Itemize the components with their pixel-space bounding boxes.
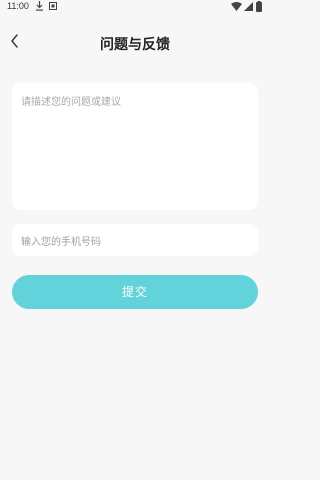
submit-button[interactable]: 提交	[12, 275, 258, 309]
feedback-textarea[interactable]: 请描述您的问题或建议	[12, 83, 258, 210]
feedback-placeholder: 请描述您的问题或建议	[21, 97, 121, 108]
page-title: 问题与反馈	[100, 37, 170, 53]
signal-icon	[244, 2, 253, 11]
phone-placeholder: 输入您的手机号码	[21, 237, 101, 248]
header: 问题与反馈	[0, 28, 270, 58]
status-bar: 11:00	[0, 0, 270, 14]
download-icon	[36, 1, 43, 11]
wifi-icon	[231, 2, 242, 11]
phone-input[interactable]: 输入您的手机号码	[12, 224, 258, 256]
battery-icon	[256, 1, 262, 12]
status-time: 11:00	[7, 1, 29, 11]
notification-icon	[49, 2, 57, 10]
